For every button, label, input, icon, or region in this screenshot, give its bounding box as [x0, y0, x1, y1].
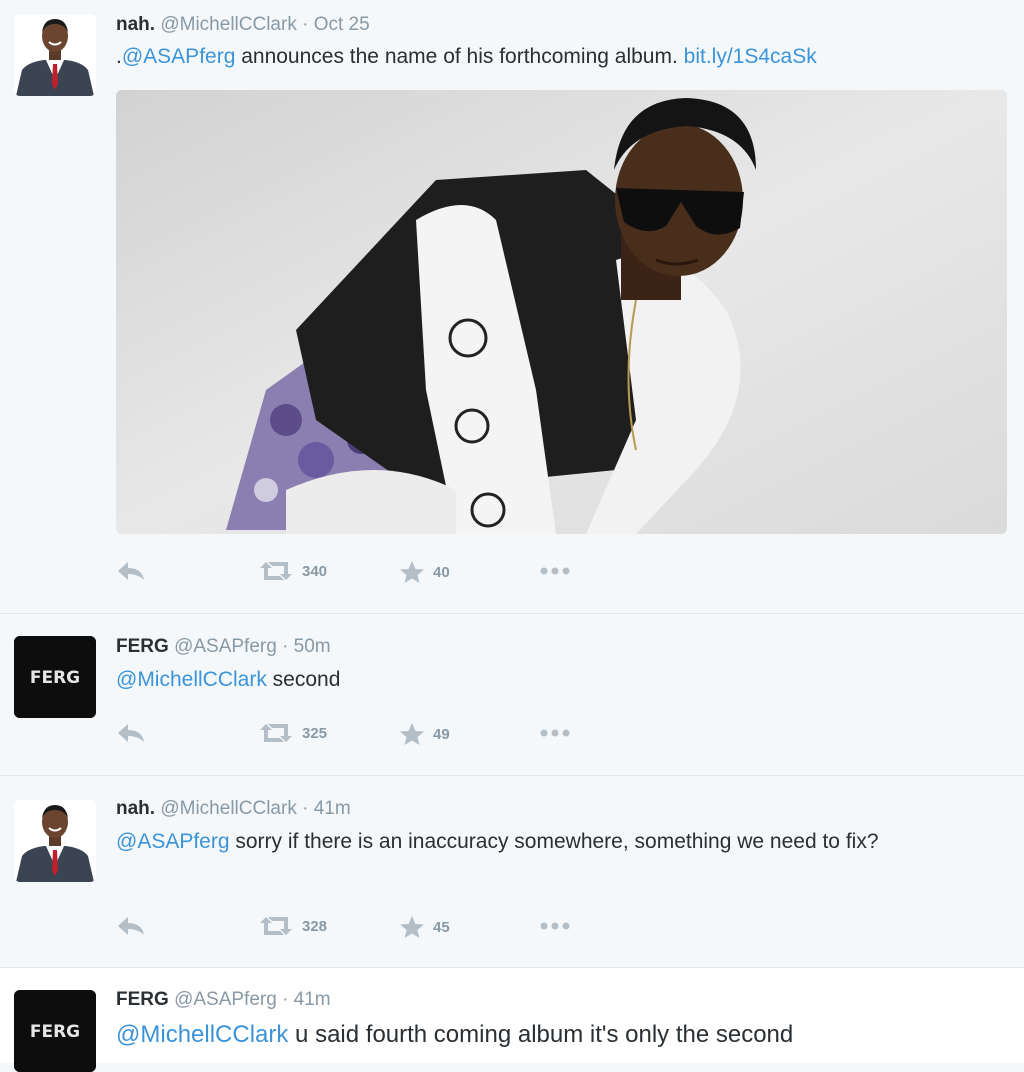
separator: · [282, 989, 289, 1010]
reply-button[interactable] [116, 915, 146, 937]
display-name[interactable]: FERG [116, 636, 169, 657]
separator: · [302, 14, 309, 35]
mention-link[interactable]: @ASAPferg [122, 45, 236, 68]
tweet[interactable]: nah. @MichellCClark · Oct 25 .@ASAPferg … [0, 0, 1024, 614]
display-name[interactable]: FERG [116, 989, 169, 1010]
avatar[interactable] [14, 14, 96, 96]
avatar-man-icon [14, 800, 96, 882]
favorite-button[interactable]: 49 [399, 722, 450, 746]
avatar-logo-text: FERG [30, 1022, 80, 1042]
reply-arrow-icon [118, 917, 144, 935]
retweet-count: 325 [302, 724, 328, 742]
timestamp[interactable]: Oct 25 [314, 14, 370, 35]
reply-arrow-icon [118, 562, 144, 580]
star-icon [400, 916, 424, 938]
display-name[interactable]: nah. [116, 798, 155, 819]
mention-link[interactable]: @MichellCClark [116, 1021, 288, 1048]
retweet-button[interactable]: 325 [258, 722, 327, 744]
user-handle[interactable]: @MichellCClark [160, 14, 296, 35]
retweet-icon [260, 562, 292, 580]
text-body: second [266, 668, 341, 691]
favorite-button[interactable]: 45 [399, 915, 450, 939]
avatar-logo-text: FERG [30, 668, 80, 688]
tweet-text: @MichellCClark second [116, 665, 984, 695]
retweet-button[interactable]: 328 [258, 915, 327, 937]
url-link[interactable]: bit.ly/1S4caSk [684, 45, 817, 68]
tweet-header: nah. @MichellCClark · Oct 25 [116, 14, 370, 36]
timestamp[interactable]: 41m [294, 989, 331, 1010]
mention-link[interactable]: @ASAPferg [116, 830, 230, 853]
separator: · [282, 636, 289, 657]
more-button[interactable] [538, 915, 572, 937]
more-dots-icon [540, 567, 570, 575]
timeline: nah. @MichellCClark · Oct 25 .@ASAPferg … [0, 0, 1024, 1072]
more-button[interactable] [538, 560, 572, 582]
favorite-count: 49 [433, 725, 450, 743]
reply-button[interactable] [116, 722, 146, 744]
timestamp[interactable]: 41m [314, 798, 351, 819]
timestamp[interactable]: 50m [294, 636, 331, 657]
tweet-text: .@ASAPferg announces the name of his for… [116, 42, 984, 72]
text-body: announces the name of his forthcoming al… [235, 45, 684, 68]
tweet-photo[interactable] [116, 90, 1007, 534]
retweet-button[interactable]: 340 [258, 560, 327, 582]
retweet-icon [260, 917, 292, 935]
star-icon [400, 723, 424, 745]
avatar[interactable] [14, 800, 96, 882]
tweet-header: nah. @MichellCClark · 41m [116, 798, 351, 820]
more-dots-icon [540, 729, 570, 737]
reply-arrow-icon [118, 724, 144, 742]
text-body: u said fourth coming album it's only the… [288, 1021, 794, 1048]
tweet-header: FERG @ASAPferg · 41m [116, 989, 331, 1011]
avatar-man-icon [14, 14, 96, 96]
avatar-ferg-logo: FERG [14, 636, 96, 718]
user-handle[interactable]: @MichellCClark [160, 798, 296, 819]
tweet-text: @MichellCClark u said fourth coming albu… [116, 1020, 984, 1050]
photo-image [116, 90, 1007, 534]
favorite-count: 45 [433, 918, 450, 936]
display-name[interactable]: nah. [116, 14, 155, 35]
retweet-count: 328 [302, 917, 328, 935]
tweet-text: @ASAPferg sorry if there is an inaccurac… [116, 827, 980, 857]
more-button[interactable] [538, 722, 572, 744]
favorite-count: 40 [433, 563, 450, 581]
separator: · [302, 798, 309, 819]
avatar[interactable]: FERG [14, 990, 96, 1072]
star-icon [400, 561, 424, 583]
mention-link[interactable]: @MichellCClark [116, 668, 267, 691]
user-handle[interactable]: @ASAPferg [174, 636, 277, 657]
retweet-count: 340 [302, 562, 328, 580]
avatar[interactable]: FERG [14, 636, 96, 718]
favorite-button[interactable]: 40 [399, 560, 450, 584]
tweet[interactable]: nah. @MichellCClark · 41m @ASAPferg sorr… [0, 776, 1024, 968]
reply-button[interactable] [116, 560, 146, 582]
more-dots-icon [540, 922, 570, 930]
tweet-header: FERG @ASAPferg · 50m [116, 636, 331, 658]
tweet[interactable]: FERG FERG @ASAPferg · 50m @MichellCClark… [0, 614, 1024, 776]
tweet[interactable]: FERG FERG @ASAPferg · 41m @MichellCClark… [0, 968, 1024, 1072]
retweet-icon [260, 724, 292, 742]
user-handle[interactable]: @ASAPferg [174, 989, 277, 1010]
text-body: sorry if there is an inaccuracy somewher… [229, 830, 879, 853]
avatar-ferg-logo: FERG [14, 990, 96, 1072]
